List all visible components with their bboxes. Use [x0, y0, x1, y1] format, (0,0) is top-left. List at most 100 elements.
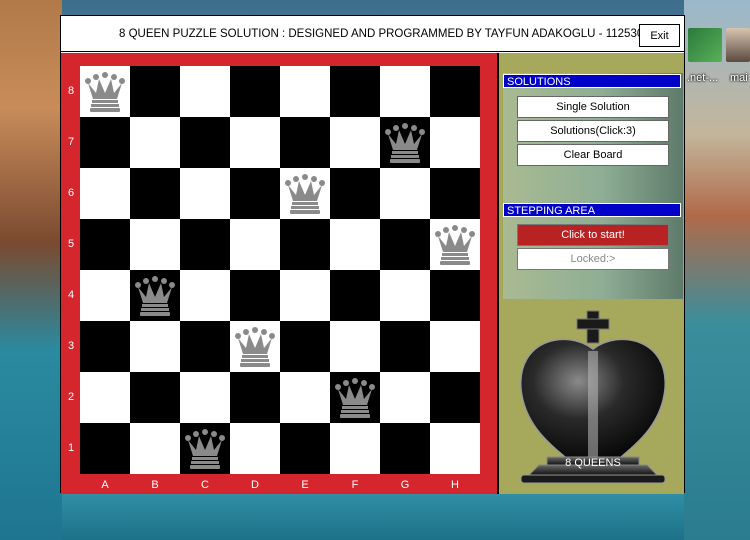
window-title: 8 QUEEN PUZZLE SOLUTION : DESIGNED AND P… — [119, 28, 657, 40]
square-h1[interactable] — [430, 423, 480, 474]
square-g7[interactable] — [380, 117, 430, 168]
square-d7[interactable] — [230, 117, 280, 168]
square-b2[interactable] — [130, 372, 180, 423]
square-b4[interactable] — [130, 270, 180, 321]
square-b8[interactable] — [130, 66, 180, 117]
queen-icon[interactable] — [432, 222, 478, 268]
queen-icon[interactable] — [82, 69, 128, 115]
square-f5[interactable] — [330, 219, 380, 270]
square-c4[interactable] — [180, 270, 230, 321]
square-e3[interactable] — [280, 321, 330, 372]
square-h3[interactable] — [430, 321, 480, 372]
file-label: G — [400, 479, 410, 491]
square-a2[interactable] — [80, 372, 130, 423]
square-f8[interactable] — [330, 66, 380, 117]
file-label: B — [151, 479, 159, 491]
single-solution-button[interactable]: Single Solution — [517, 96, 669, 118]
square-e5[interactable] — [280, 219, 330, 270]
square-d6[interactable] — [230, 168, 280, 219]
square-c6[interactable] — [180, 168, 230, 219]
app-window: 8 QUEEN PUZZLE SOLUTION : DESIGNED AND P… — [60, 15, 685, 494]
square-a5[interactable] — [80, 219, 130, 270]
square-e6[interactable] — [280, 168, 330, 219]
square-h4[interactable] — [430, 270, 480, 321]
square-e8[interactable] — [280, 66, 330, 117]
square-h8[interactable] — [430, 66, 480, 117]
square-e1[interactable] — [280, 423, 330, 474]
rank-label: 6 — [67, 187, 75, 199]
square-d3[interactable] — [230, 321, 280, 372]
square-f7[interactable] — [330, 117, 380, 168]
square-g2[interactable] — [380, 372, 430, 423]
king-caption: 8 QUEENS — [565, 457, 621, 469]
square-d5[interactable] — [230, 219, 280, 270]
square-f6[interactable] — [330, 168, 380, 219]
square-d4[interactable] — [230, 270, 280, 321]
square-a7[interactable] — [80, 117, 130, 168]
clear-board-button[interactable]: Clear Board — [517, 144, 669, 166]
exit-button[interactable]: Exit — [639, 24, 680, 47]
file-label: F — [351, 479, 359, 491]
square-g6[interactable] — [380, 168, 430, 219]
square-c2[interactable] — [180, 372, 230, 423]
chess-board — [80, 66, 480, 474]
square-h6[interactable] — [430, 168, 480, 219]
square-c3[interactable] — [180, 321, 230, 372]
square-g3[interactable] — [380, 321, 430, 372]
board-frame: 8 7 6 5 4 3 2 1 A B C D E F G H — [61, 53, 497, 494]
square-c7[interactable] — [180, 117, 230, 168]
desktop-background-left — [0, 0, 62, 540]
rank-label: 4 — [67, 289, 75, 301]
square-h5[interactable] — [430, 219, 480, 270]
square-c8[interactable] — [180, 66, 230, 117]
control-panel: SOLUTIONS Single Solution Solutions(Clic… — [497, 53, 684, 494]
square-g8[interactable] — [380, 66, 430, 117]
square-g1[interactable] — [380, 423, 430, 474]
square-a4[interactable] — [80, 270, 130, 321]
rank-label: 3 — [67, 340, 75, 352]
square-f1[interactable] — [330, 423, 380, 474]
person-shortcut-icon[interactable] — [726, 28, 750, 62]
file-label: E — [301, 479, 309, 491]
square-d1[interactable] — [230, 423, 280, 474]
queen-icon[interactable] — [182, 426, 228, 472]
queen-icon[interactable] — [332, 375, 378, 421]
square-h2[interactable] — [430, 372, 480, 423]
square-f4[interactable] — [330, 270, 380, 321]
square-c1[interactable] — [180, 423, 230, 474]
queen-icon[interactable] — [382, 120, 428, 166]
solutions-button[interactable]: Solutions(Click:3) — [517, 120, 669, 142]
square-b1[interactable] — [130, 423, 180, 474]
square-b3[interactable] — [130, 321, 180, 372]
square-a8[interactable] — [80, 66, 130, 117]
square-d8[interactable] — [230, 66, 280, 117]
locked-status-field: Locked:> — [517, 248, 669, 270]
file-label: A — [101, 479, 109, 491]
square-b6[interactable] — [130, 168, 180, 219]
file-label: C — [201, 479, 209, 491]
square-b5[interactable] — [130, 219, 180, 270]
square-f3[interactable] — [330, 321, 380, 372]
square-a6[interactable] — [80, 168, 130, 219]
square-h7[interactable] — [430, 117, 480, 168]
square-g5[interactable] — [380, 219, 430, 270]
square-g4[interactable] — [380, 270, 430, 321]
queen-icon[interactable] — [282, 171, 328, 217]
square-d2[interactable] — [230, 372, 280, 423]
net-shortcut-icon[interactable] — [688, 28, 722, 62]
square-c5[interactable] — [180, 219, 230, 270]
square-e2[interactable] — [280, 372, 330, 423]
square-f2[interactable] — [330, 372, 380, 423]
rank-label: 5 — [67, 238, 75, 250]
solutions-header: SOLUTIONS — [503, 74, 681, 88]
square-a3[interactable] — [80, 321, 130, 372]
queen-icon[interactable] — [232, 324, 278, 370]
desktop-background-bottom — [62, 494, 684, 540]
net-shortcut-label: .net-... — [687, 72, 719, 84]
queen-icon[interactable] — [132, 273, 178, 319]
square-e4[interactable] — [280, 270, 330, 321]
square-b7[interactable] — [130, 117, 180, 168]
square-e7[interactable] — [280, 117, 330, 168]
square-a1[interactable] — [80, 423, 130, 474]
start-stepping-button[interactable]: Click to start! — [517, 224, 669, 246]
